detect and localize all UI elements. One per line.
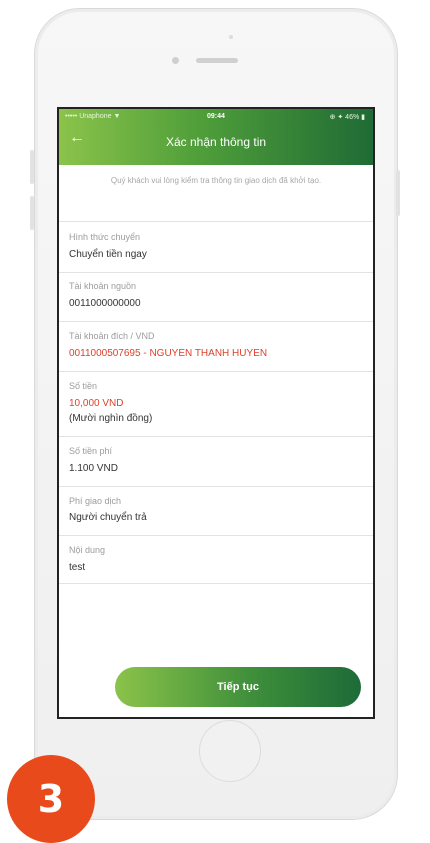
- volume-button: [30, 150, 34, 184]
- content-value: test: [69, 562, 86, 573]
- notice-text: Quý khách vui lòng kiểm tra thông tin gi…: [110, 176, 322, 185]
- app-header: ••••• Unaphone ▼ 09:44 ⊕ ✦ 46% ▮ ← Xác n…: [59, 109, 373, 165]
- fee-amount-label: Số tiền phí: [69, 446, 113, 456]
- divider: [59, 321, 373, 322]
- carrier-label: ••••• Unaphone ▼: [65, 113, 121, 120]
- amount-in-words: (Mười nghìn đồng): [69, 413, 153, 424]
- home-button: [199, 720, 261, 782]
- fee-payer-label: Phí giao dịch: [69, 496, 122, 506]
- fee-payer-value: Người chuyển trả: [69, 512, 147, 523]
- source-account-label: Tài khoản nguồn: [69, 281, 137, 291]
- page-title: Xác nhận thông tin: [165, 135, 267, 149]
- transfer-type-value: Chuyển tiền ngay: [69, 249, 147, 260]
- transfer-type-label: Hình thức chuyển: [69, 232, 141, 242]
- divider: [59, 583, 373, 584]
- fee-amount-value: 1.100 VND: [69, 463, 118, 474]
- step-number-badge: 3: [7, 755, 95, 843]
- divider: [59, 272, 373, 273]
- phone-screen: ••••• Unaphone ▼ 09:44 ⊕ ✦ 46% ▮ ← Xác n…: [57, 107, 375, 719]
- status-bar: ••••• Unaphone ▼ 09:44 ⊕ ✦ 46% ▮: [59, 109, 373, 125]
- amount-label: Số tiền: [69, 381, 98, 391]
- camera-icon: [172, 57, 179, 64]
- destination-account-value: 0011000507695 - NGUYEN THANH HUYEN: [69, 348, 268, 359]
- status-time: 09:44: [207, 113, 225, 120]
- content-label: Nội dung: [69, 545, 106, 555]
- divider: [59, 371, 373, 372]
- source-account-value: 0011000000000: [69, 298, 141, 309]
- sensor-dot: [229, 35, 233, 39]
- divider: [59, 486, 373, 487]
- battery-indicator: ⊕ ✦ 46% ▮: [329, 114, 365, 121]
- divider: [59, 535, 373, 536]
- power-button: [396, 170, 400, 216]
- divider: [59, 221, 373, 222]
- destination-account-label: Tài khoản đích / VND: [69, 331, 155, 341]
- continue-button[interactable]: Tiếp tục: [115, 667, 361, 707]
- amount-value: 10,000 VND: [69, 398, 124, 409]
- volume-button: [30, 196, 34, 230]
- divider: [59, 436, 373, 437]
- speaker-grille: [196, 58, 238, 63]
